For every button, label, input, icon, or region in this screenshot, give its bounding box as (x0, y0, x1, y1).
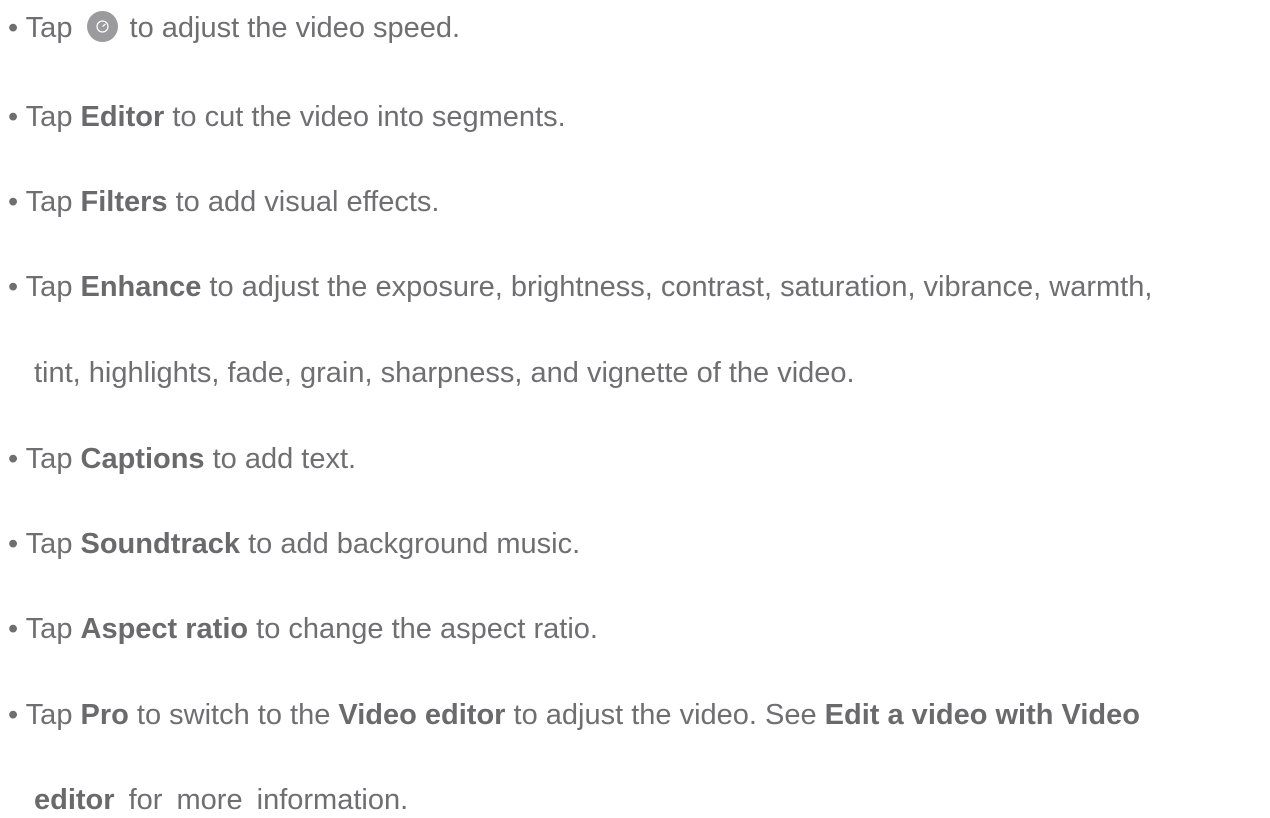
bullet-keyword: Aspect ratio (80, 613, 249, 645)
bullet-keyword: Captions (80, 443, 205, 475)
bullet-item-editor: • Tap Editor to cut the video into segme… (8, 99, 566, 135)
bullet-keyword: Enhance (80, 271, 202, 303)
bullet-prefix: • Tap (8, 699, 81, 731)
bullet-item-pro: • Tap Pro to switch to the Video editor … (8, 697, 1140, 733)
bullet-prefix: • Tap (8, 101, 81, 133)
bullet-prefix: • Tap (8, 443, 81, 475)
bullet-prefix: • Tap (8, 528, 81, 560)
bullet-text: to add visual effects. (167, 186, 440, 218)
bullet-keyword-edit-link: editor (34, 784, 115, 816)
bullet-keyword: Soundtrack (80, 528, 241, 560)
bullet-item-aspect-ratio: • Tap Aspect ratio to change the aspect … (8, 611, 598, 647)
bullet-keyword-video-editor: Video editor (338, 699, 506, 731)
bullet-prefix: • Tap (8, 12, 81, 44)
bullet-item-captions: • Tap Captions to add text. (8, 441, 356, 477)
bullet-text: to add background music. (240, 528, 581, 560)
speed-icon (86, 11, 118, 42)
bullet-text: to adjust the exposure, brightness, cont… (201, 271, 1153, 303)
bullet-item-soundtrack: • Tap Soundtrack to add background music… (8, 526, 580, 562)
bullet-text: to adjust the video speed. (121, 12, 461, 44)
bullet-item-enhance: • Tap Enhance to adjust the exposure, br… (8, 269, 1152, 305)
bullet-keyword: Pro (80, 699, 129, 731)
bullet-text: to adjust the video. See (505, 699, 825, 731)
bullet-item-filters: • Tap Filters to add visual effects. (8, 184, 439, 220)
bullet-item-enhance-continuation: tint, highlights, fade, grain, sharpness… (34, 355, 855, 391)
bullet-text: for more information. (114, 784, 409, 816)
bullet-keyword: Filters (80, 186, 168, 218)
bullet-text: to add text. (204, 443, 357, 475)
bullet-text: tint, highlights, fade, grain, sharpness… (34, 357, 855, 389)
bullet-keyword: Editor (80, 101, 165, 133)
bullet-prefix: • Tap (8, 613, 81, 645)
bullet-text: to cut the video into segments. (164, 101, 566, 133)
bullet-keyword-edit-link: Edit a video with Video (824, 699, 1140, 731)
bullet-prefix: • Tap (8, 271, 81, 303)
bullet-prefix: • Tap (8, 186, 81, 218)
bullet-text: to switch to the (128, 699, 339, 731)
bullet-text: to change the aspect ratio. (248, 613, 598, 645)
bullet-item-speed: • Tap to adjust the video speed. (8, 10, 460, 46)
